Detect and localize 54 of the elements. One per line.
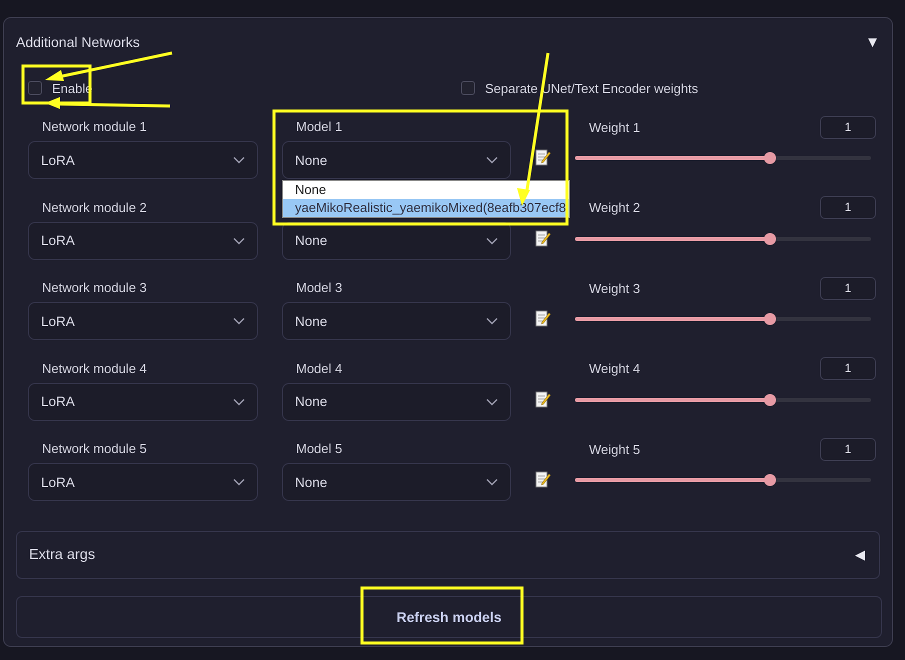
field-label: Network module 4 [42,360,147,378]
field-label: Network module 1 [42,118,147,136]
module-dropdown[interactable]: LoRA [28,382,258,420]
field-label: Network module 2 [42,198,147,216]
chevron-down-icon [486,236,498,244]
notepad-pencil-icon[interactable] [535,470,551,488]
extra-args-accordion[interactable]: Extra args ◀ [16,530,880,578]
field-label: Model 4 [296,360,342,378]
model-dropdown[interactable]: None [282,302,511,340]
model-dropdown[interactable]: None [282,141,511,179]
field-label: Weight 5 [589,442,640,456]
field-label: Weight 1 [589,120,640,134]
weight-input[interactable]: 1 [820,276,876,300]
weight-input[interactable]: 1 [820,438,876,460]
accordion-title: Extra args [29,546,96,562]
chevron-down-icon [486,398,498,406]
collapse-toggle[interactable]: ▼ [865,34,880,50]
weight-input[interactable]: 1 [820,196,876,219]
chevron-down-icon [233,156,245,164]
chevron-down-icon [486,478,498,486]
expand-toggle[interactable]: ◀ [855,547,865,562]
field-label: Weight 3 [589,280,640,296]
weight-input[interactable]: 1 [820,116,876,138]
dropdown-option[interactable]: None [283,181,569,199]
field-label: Weight 2 [589,200,640,215]
chevron-down-icon [233,398,245,406]
module-dropdown[interactable]: LoRA [28,222,258,260]
dropdown-option[interactable]: yaeMikoRealistic_yaemikoMixed(8eafb307ecf8 [283,199,569,217]
module-dropdown[interactable]: LoRA [28,302,258,340]
model-dropdown[interactable]: None [282,222,511,260]
panel-title: Additional Networks [16,34,140,50]
field-label: Weight 4 [589,361,640,376]
module-dropdown[interactable]: LoRA [28,141,258,179]
refresh-models-button[interactable]: Refresh models [16,596,882,638]
chevron-down-icon [233,236,245,244]
model-dropdown[interactable]: None [282,463,511,501]
field-label: Model 5 [296,440,342,458]
module-dropdown[interactable]: LoRA [28,463,258,501]
chevron-down-icon [233,478,245,486]
notepad-pencil-icon[interactable] [535,309,551,327]
field-label: Network module 3 [42,279,147,297]
checkbox[interactable] [461,81,475,95]
checkbox[interactable] [28,81,42,95]
field-label: Model 3 [296,279,342,297]
field-label: Model 1 [296,118,342,136]
chevron-down-icon [233,317,245,325]
weight-input[interactable]: 1 [820,357,876,380]
chevron-down-icon [486,156,498,164]
model-dropdown[interactable]: None [282,382,511,420]
chevron-down-icon [486,317,498,325]
notepad-pencil-icon[interactable] [535,148,551,166]
notepad-pencil-icon[interactable] [535,228,551,246]
notepad-pencil-icon[interactable] [535,390,551,408]
field-label: Network module 5 [42,440,147,458]
